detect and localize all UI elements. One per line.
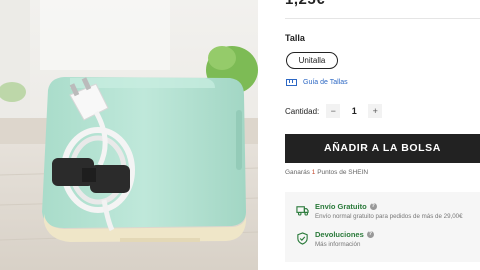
help-icon[interactable]: ? xyxy=(366,231,374,238)
quantity-increment-button[interactable]: + xyxy=(368,104,383,118)
add-to-bag-button[interactable]: AÑADIR A LA BOLSA xyxy=(285,134,480,163)
quantity-value[interactable]: 1 xyxy=(340,106,368,116)
returns-title: Devoluciones xyxy=(315,230,364,239)
size-label: Talla xyxy=(285,33,305,43)
shipping-info[interactable]: Envío Gratuito ? Envío normal gratuito p… xyxy=(296,202,463,220)
product-details-panel: 1,25€ Talla Unitalla Guía de Tallas Cant… xyxy=(258,0,480,270)
size-guide-link[interactable]: Guía de Tallas xyxy=(286,79,348,86)
returns-info[interactable]: Devoluciones ? Más información xyxy=(296,230,374,248)
quantity-stepper: Cantidad: − 1 + xyxy=(285,104,383,118)
product-image[interactable] xyxy=(0,0,258,270)
shipping-title: Envío Gratuito xyxy=(315,202,367,211)
quantity-label: Cantidad: xyxy=(285,106,320,116)
points-suffix: Puntos de SHEIN xyxy=(317,169,369,176)
shield-check-icon xyxy=(297,232,308,245)
points-info: Ganarás 1 Puntos de SHEIN xyxy=(285,169,368,176)
size-guide-label: Guía de Tallas xyxy=(303,79,348,86)
divider xyxy=(285,18,480,19)
help-icon[interactable]: ? xyxy=(369,203,377,210)
product-price: 1,25€ xyxy=(285,0,325,8)
shipping-detail: Envío normal gratuito para pedidos de má… xyxy=(315,213,463,220)
toaster-photo xyxy=(0,0,258,270)
shipping-returns-box: Envío Gratuito ? Envío normal gratuito p… xyxy=(285,192,480,262)
points-prefix: Ganarás xyxy=(285,169,310,176)
truck-icon xyxy=(296,206,309,216)
size-option-onesize[interactable]: Unitalla xyxy=(286,52,338,69)
returns-detail: Más información xyxy=(315,241,361,248)
quantity-decrement-button[interactable]: − xyxy=(326,104,341,118)
ruler-icon xyxy=(286,79,297,86)
points-value: 1 xyxy=(311,169,316,176)
